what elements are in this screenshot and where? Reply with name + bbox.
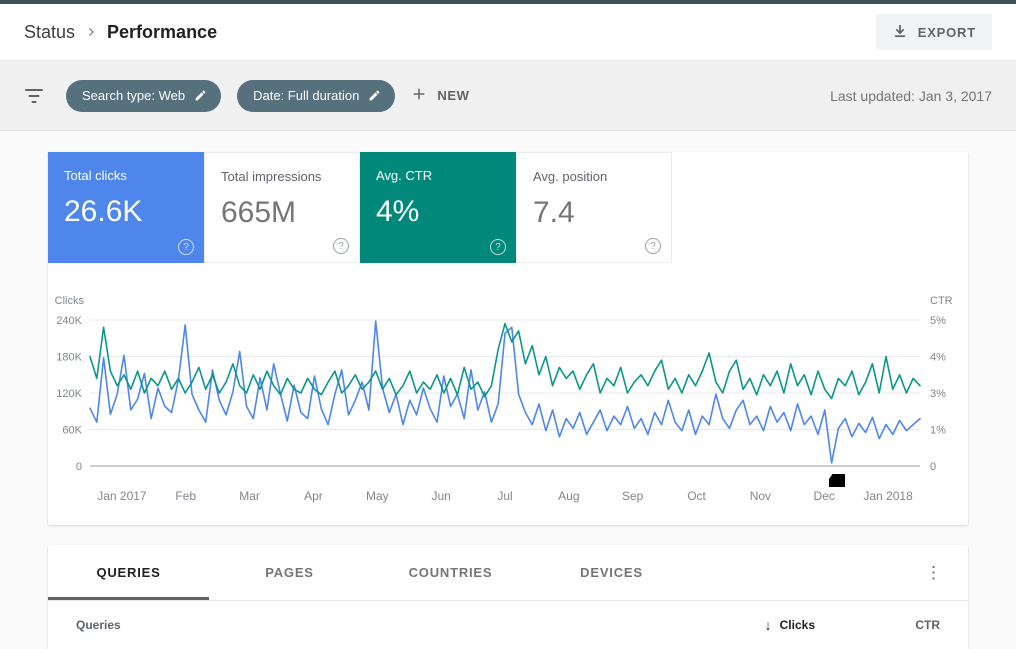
svg-text:Jan 2018: Jan 2018 bbox=[863, 489, 913, 503]
edit-pencil-icon bbox=[194, 89, 207, 102]
new-label: NEW bbox=[437, 88, 469, 103]
new-filter-button[interactable]: NEW bbox=[411, 86, 469, 105]
breadcrumb-status-link[interactable]: Status bbox=[24, 22, 75, 43]
help-icon[interactable]: ? bbox=[178, 239, 194, 255]
svg-text:Oct: Oct bbox=[687, 489, 706, 503]
svg-text:Apr: Apr bbox=[304, 489, 323, 503]
breadcrumb: Status Performance bbox=[24, 22, 217, 43]
tab-devices[interactable]: DEVICES bbox=[531, 545, 692, 600]
page-header: Status Performance EXPORT bbox=[0, 4, 1016, 61]
page-title: Performance bbox=[107, 22, 217, 43]
filter-chip-search-type[interactable]: Search type: Web bbox=[66, 80, 221, 112]
svg-text:May: May bbox=[366, 489, 389, 503]
svg-text:180K: 180K bbox=[56, 352, 82, 364]
svg-text:120K: 120K bbox=[56, 388, 82, 400]
help-icon[interactable]: ? bbox=[490, 239, 506, 255]
metric-value: 7.4 bbox=[533, 196, 655, 230]
svg-text:5%: 5% bbox=[930, 315, 946, 327]
export-label: EXPORT bbox=[918, 25, 976, 40]
svg-text:0: 0 bbox=[76, 461, 82, 473]
mouse-cursor-artifact bbox=[829, 474, 845, 487]
svg-text:CTR: CTR bbox=[930, 295, 953, 307]
tab-queries[interactable]: QUERIES bbox=[48, 545, 209, 600]
svg-text:4%: 4% bbox=[930, 352, 946, 364]
column-header-clicks[interactable]: ↓ Clicks bbox=[715, 617, 815, 633]
performance-chart-card: Total clicks 26.6K ? Total impressions 6… bbox=[48, 152, 968, 525]
svg-text:Jul: Jul bbox=[497, 489, 512, 503]
help-icon[interactable]: ? bbox=[333, 238, 349, 254]
svg-text:Sep: Sep bbox=[622, 489, 644, 503]
last-updated-text: Last updated: Jan 3, 2017 bbox=[830, 88, 992, 104]
metric-label: Avg. CTR bbox=[376, 168, 500, 183]
metric-tile-total-clicks[interactable]: Total clicks 26.6K ? bbox=[48, 152, 204, 263]
svg-text:Jun: Jun bbox=[431, 489, 450, 503]
svg-text:240K: 240K bbox=[56, 315, 82, 327]
more-options-icon[interactable]: ⋮ bbox=[899, 564, 968, 581]
svg-text:1%: 1% bbox=[930, 425, 946, 437]
download-icon bbox=[892, 23, 908, 42]
column-header-queries[interactable]: Queries bbox=[76, 618, 715, 632]
filter-chip-date[interactable]: Date: Full duration bbox=[237, 80, 395, 112]
svg-text:Dec: Dec bbox=[814, 489, 835, 503]
table-header-row: Queries ↓ Clicks CTR bbox=[48, 601, 968, 649]
metric-tile-avg-position[interactable]: Avg. position 7.4 ? bbox=[516, 152, 672, 263]
filter-icon[interactable] bbox=[24, 88, 44, 104]
metric-tiles: Total clicks 26.6K ? Total impressions 6… bbox=[48, 152, 968, 263]
column-header-ctr[interactable]: CTR bbox=[815, 618, 940, 632]
svg-text:Jan 2017: Jan 2017 bbox=[97, 489, 147, 503]
svg-text:60K: 60K bbox=[62, 425, 82, 437]
metric-label: Total clicks bbox=[64, 168, 188, 183]
svg-text:Nov: Nov bbox=[750, 489, 771, 503]
metric-value: 4% bbox=[376, 195, 500, 229]
svg-text:Clicks: Clicks bbox=[55, 295, 85, 307]
filter-chip-label: Date: Full duration bbox=[253, 88, 359, 103]
export-button[interactable]: EXPORT bbox=[876, 14, 992, 50]
metric-tile-avg-ctr[interactable]: Avg. CTR 4% ? bbox=[360, 152, 516, 263]
filter-chip-label: Search type: Web bbox=[82, 88, 185, 103]
tab-countries[interactable]: COUNTRIES bbox=[370, 545, 531, 600]
metric-value: 665M bbox=[221, 196, 343, 230]
edit-pencil-icon bbox=[368, 89, 381, 102]
metric-label: Total impressions bbox=[221, 169, 343, 184]
dimension-tabs: QUERIES PAGES COUNTRIES DEVICES ⋮ bbox=[48, 545, 968, 601]
help-icon[interactable]: ? bbox=[645, 238, 661, 254]
svg-text:Mar: Mar bbox=[239, 489, 260, 503]
metric-label: Avg. position bbox=[533, 169, 655, 184]
svg-text:3%: 3% bbox=[930, 388, 946, 400]
chevron-right-icon bbox=[85, 26, 97, 38]
tab-pages[interactable]: PAGES bbox=[209, 545, 370, 600]
metric-tile-total-impressions[interactable]: Total impressions 665M ? bbox=[204, 152, 360, 263]
dimensions-table-card: QUERIES PAGES COUNTRIES DEVICES ⋮ Querie… bbox=[48, 545, 968, 649]
filter-bar: Search type: Web Date: Full duration NEW… bbox=[0, 61, 1016, 131]
sort-descending-icon: ↓ bbox=[765, 617, 772, 633]
svg-text:0: 0 bbox=[930, 461, 936, 473]
svg-text:Aug: Aug bbox=[558, 489, 579, 503]
svg-text:Feb: Feb bbox=[175, 489, 196, 503]
metric-value: 26.6K bbox=[64, 195, 188, 229]
plus-icon bbox=[411, 86, 427, 105]
